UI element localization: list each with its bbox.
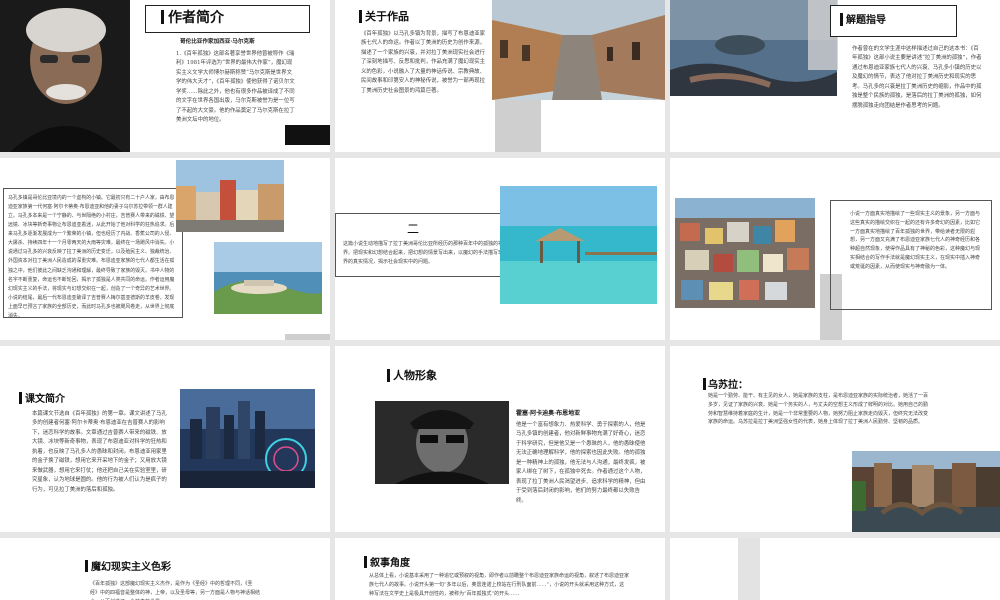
- slide-author-intro[interactable]: 作者简介 哥伦比亚作家加西亚·马尔克斯 1.《百年孤独》这部名著享誉世界他曾被称…: [0, 0, 330, 152]
- character-photo: [375, 401, 509, 484]
- title-marker: [85, 560, 88, 572]
- section-number: 二: [407, 222, 420, 236]
- slide-two[interactable]: 二 这篇小说生动地描写了拉丁美洲哥伦比亚所经历的那种百年中的孤独的神秘世界。把现…: [335, 158, 665, 340]
- slide-body: 《百年孤独》这部魔幻现实主义杰作，是作为《圣经》中的哲理不同，《圣经》中的四福音…: [90, 581, 261, 600]
- slide-body: 这篇小说生动地描写了拉丁美洲哥伦比亚所经历的那种百年中的孤独的神秘世界。把现实和…: [343, 241, 514, 265]
- slide-title: 课文简介: [25, 394, 65, 405]
- houses-photo: [675, 198, 815, 308]
- slide-body: 他是一个富有想象力、热爱科学、勇于探索的人，他是马孔多镇的创建者，他对新鲜事物充…: [516, 422, 646, 504]
- slide-macondo[interactable]: 马孔多镇是哥伦比亚境内的一个虚构的小镇。它最初只有二十户人家，由布恩迪亚家族第一…: [0, 158, 330, 340]
- decor-gray-strip: [285, 334, 330, 340]
- slide-title: 关于作品: [365, 10, 409, 23]
- title-marker: [19, 392, 22, 404]
- slide-text-intro[interactable]: 课文简介 本篇课文节选自《百年孤独》的第一章。课文讲述了马孔多的创建者何塞·阿尔…: [0, 346, 330, 532]
- slide-blank[interactable]: [670, 538, 1000, 600]
- beach-photo: [500, 186, 657, 304]
- author-portrait: [0, 0, 130, 152]
- title-marker: [387, 369, 390, 382]
- title-marker: [840, 13, 843, 26]
- slide-magic-real[interactable]: 小说一方面真实地描绘了一些现实主义的景象，另一方面与这些真实的描绘交织在一起的还…: [670, 158, 1000, 340]
- decor-gray-block: [495, 96, 541, 152]
- slide-body: 本篇课文节选自《百年孤独》的第一章。课文讲述了马孔多的创建者何塞·阿尔卡蒂奥·布…: [32, 411, 167, 493]
- slide-title: 叙事角度: [370, 558, 410, 569]
- slide-body: 小说一方面真实地描绘了一些现实主义的景象，另一方面与这些真实的描绘交织在一起的还…: [850, 211, 981, 270]
- title-marker: [703, 378, 706, 390]
- slide-body: 1.《百年孤独》这部名著享誉世界他曾被称作《瑞利》1981年评选为“世界的最伟大…: [176, 51, 295, 124]
- slide-magic-color[interactable]: 魔幻现实主义色彩 《百年孤独》这部魔幻现实主义杰作，是作为《圣经》中的哲理不同，…: [0, 538, 330, 600]
- slide-narrative[interactable]: 叙事角度 从总体上看，小说基本采用了一种追忆或预叙的视角，即作者以前瞻整个布恩迪…: [335, 538, 665, 600]
- slide-body: 马孔多镇是哥伦比亚境内的一个虚构的小镇。它最初只有二十户人家，由布恩迪亚家族第一…: [8, 195, 175, 319]
- slide-body: 作者曾在的文学生涯中这样描述过自己的这本书：《百年孤独》这部小说主要是讲述“拉丁…: [852, 46, 982, 109]
- slide-guidance[interactable]: 解题指导 作者曾在的文学生涯中这样描述过自己的这本书：《百年孤独》这部小说主要是…: [670, 0, 1000, 152]
- title-marker: [364, 556, 367, 568]
- slide-title: 解题指导: [846, 15, 886, 26]
- slide-title: 作者简介: [168, 10, 224, 26]
- aerial-photo: [214, 242, 322, 314]
- title-marker: [161, 10, 164, 24]
- slide-body: 《百年孤独》以马孔多镇为背景，描写了布恩迪亚家族七代人的命运。作者以丁美洲的历史…: [361, 31, 485, 94]
- title-marker: [359, 10, 362, 23]
- street-photo: [492, 0, 665, 100]
- slide-ursula[interactable]: 乌苏拉： 她是一个勤劳、能干、有主见的女人，她是家族的支柱，是布恩迪亚家族的实际…: [670, 346, 1000, 532]
- town-photo: [176, 160, 284, 232]
- bridge-photo: [852, 451, 1000, 532]
- decor-gray-block: [738, 538, 760, 600]
- slide-body: 她是一个勤劳、能干、有主见的女人，她是家族的支柱，是布恩迪亚家族的实际统治者，她…: [708, 393, 929, 426]
- character-name: 霍塞·阿卡迪奥·布恩地亚: [516, 410, 581, 417]
- slide-about-work[interactable]: 关于作品 《百年孤独》以马孔多镇为背景，描写了布恩迪亚家族七代人的命运。作者以丁…: [335, 0, 665, 152]
- decor-black-block: [285, 125, 330, 145]
- slide-subtitle: 哥伦比亚作家加西亚·马尔克斯: [180, 39, 255, 45]
- slide-body: 从总体上看，小说基本采用了一种追忆或预叙的视角，即作者以前瞻整个布恩迪亚家族命运…: [369, 573, 630, 597]
- slide-title: 乌苏拉：: [708, 380, 748, 391]
- slide-title: 人物形象: [393, 369, 437, 382]
- city-night-photo: [180, 389, 315, 488]
- slide-title: 魔幻现实主义色彩: [91, 562, 171, 573]
- slide-character[interactable]: 人物形象 霍塞·阿卡迪奥·布恩地亚 他是一个富有想象力、热爱科学、勇于探索的人，…: [335, 346, 665, 532]
